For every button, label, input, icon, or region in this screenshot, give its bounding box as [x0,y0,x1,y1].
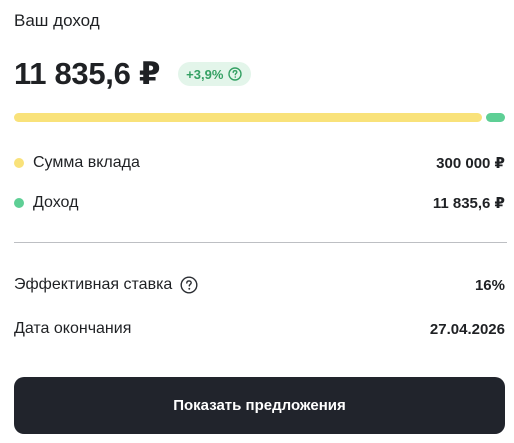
income-bar-segment [486,113,505,122]
income-row: Доход 11 835,6 ₽ [14,191,505,215]
income-amount-row: 11 835,6 ₽ +3,9% [14,54,252,94]
end-date-value: 27.04.2026 [429,320,505,338]
income-label: Доход [33,194,79,211]
deposit-sum-row: Сумма вклада 300 000 ₽ [14,151,505,175]
effective-rate-label: Эффективная ставка [14,276,173,293]
income-title: Ваш доход [14,11,100,30]
effective-rate-value: 16% [474,276,505,294]
question-circle-icon[interactable] [180,276,198,294]
deposit-legend-dot [14,158,24,168]
income-value: 11 835,6 ₽ [432,195,505,212]
show-offers-button[interactable]: Показать предложения [14,377,505,434]
end-date-label: Дата окончания [14,320,132,337]
question-circle-icon[interactable] [228,67,243,81]
income-legend-dot [14,198,24,208]
deposit-sum-value: 300 000 ₽ [436,155,505,172]
growth-badge[interactable]: +3,9% [178,62,252,86]
deposit-bar-segment [14,113,482,122]
income-amount: 11 835,6 ₽ [14,56,161,91]
end-date-row: Дата окончания 27.04.2026 [14,317,505,341]
growth-badge-label: +3,9% [186,66,224,82]
section-divider [14,242,507,243]
deposit-sum-label: Сумма вклада [33,154,140,171]
income-progress-bar [14,113,505,122]
effective-rate-row: Эффективная ставка 16% [14,273,505,297]
